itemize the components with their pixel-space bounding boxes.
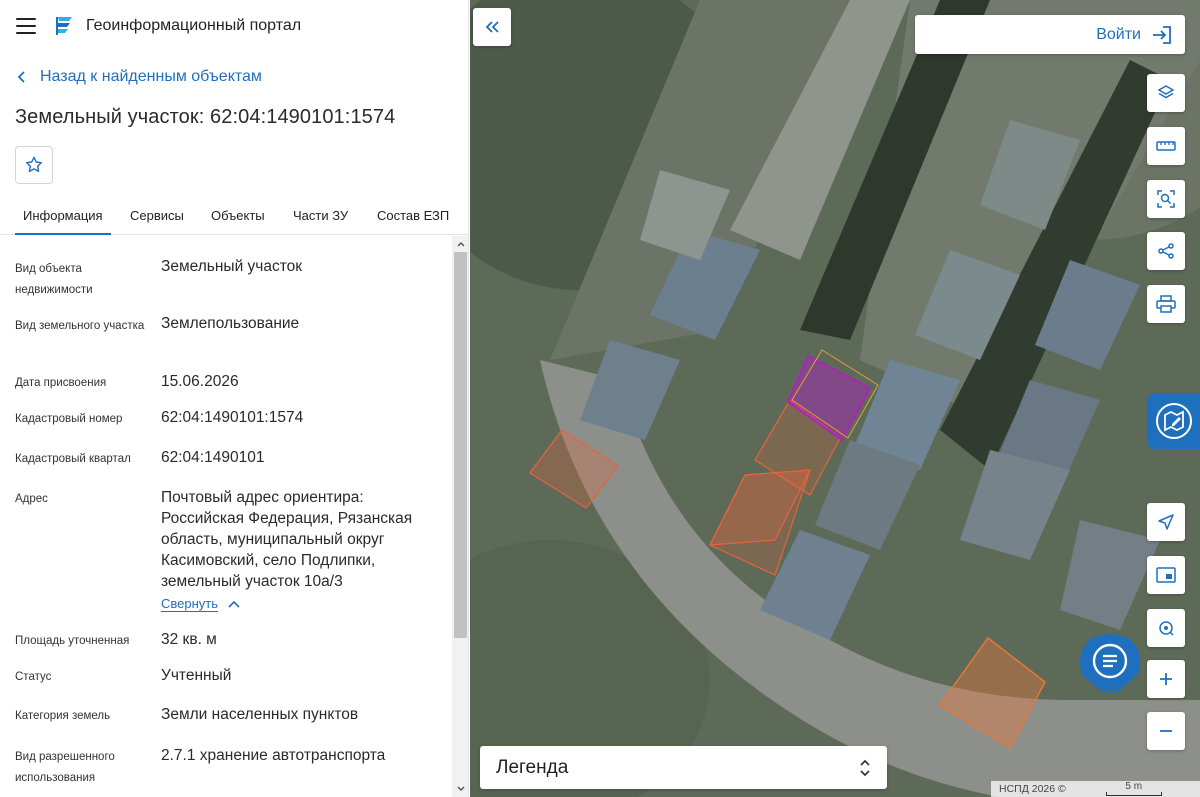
double-chevron-left-icon bbox=[485, 21, 499, 33]
info-label: Площадь уточненная bbox=[15, 635, 130, 647]
info-value: Земельный участок bbox=[161, 258, 303, 275]
ruler-icon bbox=[1156, 141, 1176, 151]
tab-information[interactable]: Информация bbox=[15, 200, 111, 235]
portal-logo-icon bbox=[56, 17, 72, 35]
tab-bar: Информация Сервисы Объекты Части ЗУ Сост… bbox=[0, 200, 468, 235]
info-value: Почтовый адрес ориентира: Российская Фед… bbox=[161, 489, 413, 590]
expand-collapse-icon bbox=[860, 759, 870, 776]
collapse-sidebar-button[interactable] bbox=[473, 8, 511, 46]
map-view[interactable]: Войти Легенда НСПД 2026 © 5 m bbox=[470, 0, 1200, 797]
info-label: Вид земельного участка bbox=[15, 320, 145, 332]
scale-bar: 5 m bbox=[1105, 781, 1162, 796]
back-link-label: Назад к найденным объектам bbox=[40, 68, 262, 85]
star-icon bbox=[25, 156, 43, 173]
side-panel-tab[interactable] bbox=[1147, 393, 1200, 449]
coordinate-search-button[interactable] bbox=[1147, 609, 1185, 647]
info-value: 15.06.2026 bbox=[161, 373, 239, 390]
chevron-up-icon bbox=[228, 600, 240, 608]
favorite-button[interactable] bbox=[15, 146, 53, 184]
login-label: Войти bbox=[1096, 25, 1141, 43]
layers-icon bbox=[1157, 85, 1175, 99]
target-search-icon bbox=[1159, 621, 1174, 636]
layers-button[interactable] bbox=[1147, 74, 1185, 112]
info-scrollbar[interactable] bbox=[452, 236, 468, 797]
scale-label: 5 m bbox=[1125, 781, 1143, 792]
ruler-button[interactable] bbox=[1147, 127, 1185, 165]
info-label: Кадастровый квартал bbox=[15, 453, 131, 465]
zoom-in-button[interactable] bbox=[1147, 660, 1185, 698]
chat-button[interactable] bbox=[1075, 627, 1145, 697]
app-title: Геоинформационный портал bbox=[86, 17, 302, 34]
info-label: Вид разрешенного использования bbox=[15, 751, 115, 784]
print-button[interactable] bbox=[1147, 285, 1185, 323]
scroll-down-arrow-icon[interactable] bbox=[452, 781, 468, 797]
burger-menu-icon[interactable] bbox=[16, 18, 36, 34]
minimap-button[interactable] bbox=[1147, 556, 1185, 594]
minus-icon bbox=[1160, 730, 1172, 732]
legend-toggle[interactable]: Легенда bbox=[480, 746, 887, 789]
info-value: 32 кв. м bbox=[161, 631, 217, 648]
info-label: Кадастровый номер bbox=[15, 413, 123, 425]
area-search-button[interactable] bbox=[1147, 180, 1185, 218]
scroll-up-arrow-icon[interactable] bbox=[452, 236, 468, 252]
plus-icon bbox=[1160, 673, 1172, 685]
login-icon bbox=[1153, 25, 1171, 44]
tab-parcel-parts[interactable]: Части ЗУ bbox=[293, 200, 348, 235]
sidebar: Геоинформационный портал Назад к найденн… bbox=[0, 0, 469, 797]
info-value: 2.7.1 хранение автотранспорта bbox=[161, 747, 386, 764]
printer-icon bbox=[1156, 295, 1176, 313]
zoom-out-button[interactable] bbox=[1147, 712, 1185, 750]
info-value: Земли населенных пунктов bbox=[161, 706, 359, 723]
info-value: Землепользование bbox=[161, 315, 300, 332]
back-to-results-link[interactable]: Назад к найденным объектам bbox=[16, 68, 262, 86]
attribution-text: НСПД 2026 © bbox=[999, 783, 1066, 795]
share-button[interactable] bbox=[1147, 232, 1185, 270]
chevron-left-icon bbox=[17, 71, 25, 83]
info-value: 62:04:1490101:1574 bbox=[161, 409, 304, 426]
legend-label: Легенда bbox=[496, 756, 569, 778]
info-value: 62:04:1490101 bbox=[161, 449, 265, 466]
navigation-arrow-icon bbox=[1158, 514, 1174, 530]
info-value: Учтенный bbox=[161, 667, 232, 684]
tab-services[interactable]: Сервисы bbox=[130, 200, 184, 235]
share-icon bbox=[1158, 243, 1174, 259]
geolocation-button[interactable] bbox=[1147, 503, 1185, 541]
map-attribution: НСПД 2026 © 5 m bbox=[991, 781, 1200, 797]
info-panel: Вид объекта недвижимости Земельный участ… bbox=[0, 236, 452, 797]
tab-objects[interactable]: Объекты bbox=[211, 200, 265, 235]
tab-ezp-composition[interactable]: Состав ЕЗП bbox=[377, 200, 449, 235]
scrollbar-thumb[interactable] bbox=[454, 252, 467, 638]
info-label: Дата присвоения bbox=[15, 377, 107, 389]
map-edit-icon bbox=[1155, 403, 1192, 439]
info-label: Категория земель bbox=[15, 710, 111, 722]
picture-in-picture-icon bbox=[1156, 567, 1176, 583]
area-search-icon bbox=[1157, 190, 1175, 208]
collapse-label: Свернуть bbox=[161, 596, 219, 611]
page-title: Земельный участок: 62:04:1490101:1574 bbox=[15, 106, 396, 128]
collapse-address-link[interactable]: Свернуть bbox=[161, 596, 240, 611]
info-label: Вид объекта недвижимости bbox=[15, 263, 93, 296]
top-bar: Геоинформационный портал bbox=[0, 0, 468, 52]
login-button[interactable]: Войти bbox=[915, 15, 1185, 54]
info-label: Статус bbox=[15, 671, 52, 683]
info-label: Адрес bbox=[15, 493, 48, 505]
